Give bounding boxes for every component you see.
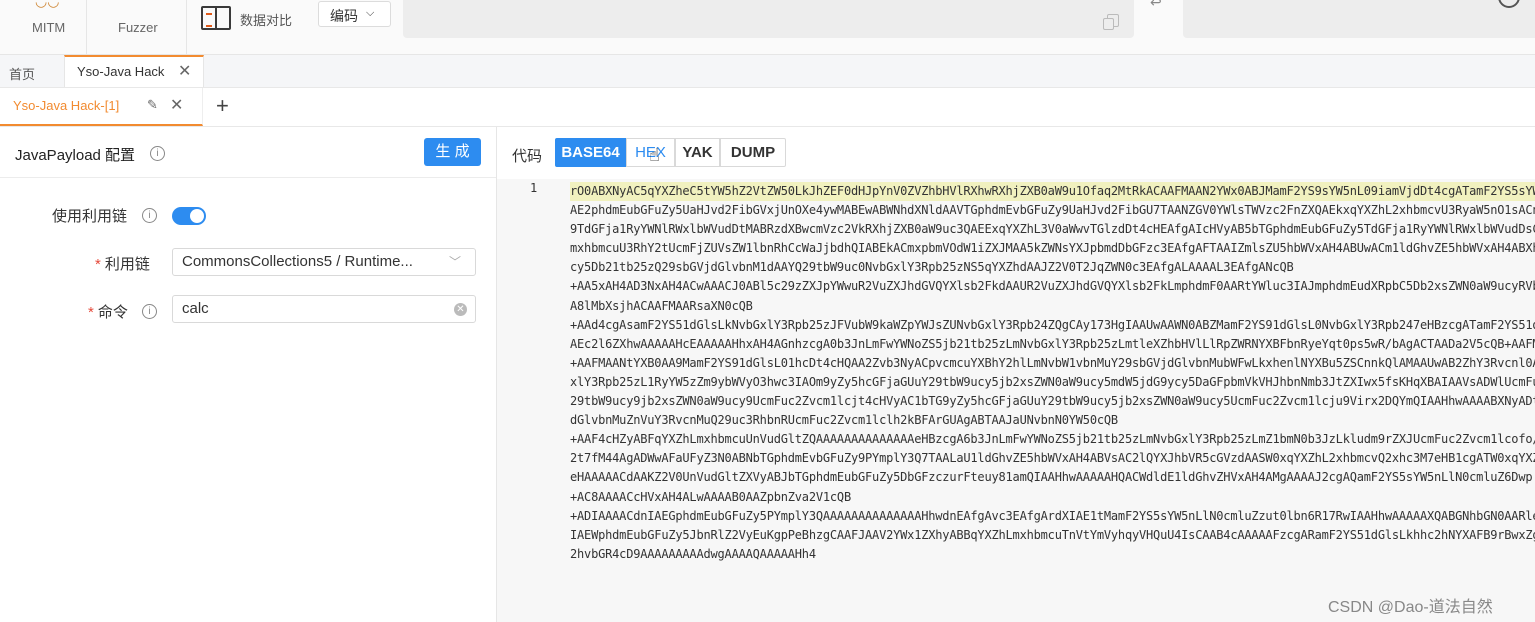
- encode-label: 编码: [330, 8, 358, 24]
- code-line: +ADIAAAACdnIAEGphdmEubGFuZy5PYmplY3QAAAA…: [570, 508, 1535, 523]
- tab-home[interactable]: 首页: [0, 55, 64, 87]
- add-tab-button[interactable]: +: [216, 93, 229, 119]
- tool-mitm-label: MITM: [32, 20, 66, 35]
- code-line: mxhbmcuU3RhY2tUcmFjZUVsZW1lbnRhCcWaJjbdh…: [570, 241, 1535, 256]
- sub-tabs: Yso-Java Hack-[1] ✎ ✕ +: [0, 88, 1535, 127]
- chevron-down-icon: ⌵: [366, 7, 375, 19]
- tab-yso-java-hack[interactable]: Yso-Java Hack ✕: [64, 55, 204, 87]
- top-toolbar: ◡◡ MITM Fuzzer 数据对比 编码 ⌵ ↩: [0, 0, 1535, 55]
- info-icon[interactable]: i: [142, 208, 157, 223]
- info-icon[interactable]: i: [150, 146, 165, 161]
- required-mark: *: [95, 256, 101, 273]
- info-icon[interactable]: i: [142, 304, 157, 319]
- back-arrow-icon[interactable]: ↩: [1150, 0, 1162, 11]
- code-line: +AAF4cHZyABFqYXZhLmxhbmcuUnVudGltZQAAAAA…: [570, 432, 1535, 447]
- subtab-yso-java-hack-1[interactable]: Yso-Java Hack-[1] ✎ ✕: [0, 88, 203, 126]
- code-line: 2t7fM44AgADWwAFaUFyZ3N0ABNbTGphdmEvbGFuZ…: [570, 451, 1535, 466]
- tool-fuzzer-label: Fuzzer: [118, 20, 158, 35]
- code-line: 29tbW9ucy9jb2xsZWN0aW9ucy9UcmFuc2Zvcm1lc…: [570, 394, 1535, 409]
- tab-home-label: 首页: [9, 67, 36, 82]
- code-line: cy5Db21tb25zQ29sbGVjdGlvbnM1dAAYQ29tbW9u…: [570, 260, 1294, 275]
- tool-compare-label: 数据对比: [240, 13, 293, 28]
- use-chain-label: 使用利用链: [52, 208, 128, 225]
- command-label-text: 命令: [97, 304, 128, 321]
- format-dump-button[interactable]: DUMP: [720, 138, 786, 167]
- code-line: IAEWphdmEubGFuZy5JbnRlZ2VyEuKgpPeBhzgCAA…: [570, 527, 1535, 542]
- format-yak-button[interactable]: YAK: [675, 138, 720, 167]
- required-mark: *: [88, 304, 94, 321]
- tool-mitm[interactable]: ◡◡ MITM: [0, 0, 87, 54]
- code-line: +AAd4cgAsamF2YS51dGlsLkNvbGxlY3Rpb25zJFV…: [570, 317, 1535, 332]
- top-right-area[interactable]: [1183, 0, 1535, 38]
- java-payload-config-panel: JavaPayload 配置 i 生 成 使用利用链 i * 利用链 Common…: [0, 127, 497, 622]
- divider: [0, 177, 496, 178]
- tool-data-compare[interactable]: 数据对比: [187, 0, 307, 54]
- code-line: +AC8AAAACcHVxAH4ALwAAAAB0AAZpbnZva2V1cQB: [570, 489, 851, 504]
- code-line: AEc2l6ZXhwAAAAAHcEAAAAAHhxAH4AGnhzcgA0b3…: [570, 336, 1535, 351]
- code-line: +AAFMAANtYXB0AA9MamF2YS91dGlsL01hcDt4cHQ…: [570, 355, 1535, 370]
- format-base64-button[interactable]: BASE64: [555, 138, 626, 167]
- command-label: * 命令: [88, 301, 128, 322]
- chevron-down-icon: ﹀: [449, 255, 462, 269]
- subtab-label: Yso-Java Hack-[1]: [13, 98, 120, 113]
- clear-icon[interactable]: ✕: [454, 303, 467, 316]
- generate-button[interactable]: 生 成: [424, 138, 481, 166]
- top-input-area[interactable]: [403, 0, 1134, 38]
- code-label: 代码: [512, 148, 543, 165]
- mitm-icon: ◡◡: [35, 0, 60, 9]
- command-input[interactable]: calc ✕: [172, 295, 476, 323]
- main-tabs: 首页 Yso-Java Hack ✕: [0, 55, 1535, 88]
- chain-label: * 利用链: [95, 253, 150, 274]
- tool-fuzzer[interactable]: Fuzzer: [87, 0, 187, 54]
- code-line: A8lMbXsjhACAAFMAARsaXN0cQB: [570, 298, 753, 313]
- use-chain-toggle[interactable]: [172, 207, 206, 225]
- watermark: CSDN @Dao-道法自然: [1328, 599, 1493, 616]
- chain-select[interactable]: CommonsCollections5 / Runtime... ﹀: [172, 248, 476, 276]
- code-line: 2hvbGR4cD9AAAAAAAAAdwgAAAAQAAAAAHh4: [570, 546, 816, 561]
- copy-icon[interactable]: [1103, 14, 1119, 30]
- code-line: dGlvbnMuZnVuY3RvcnMuQ29uc3RhbnRUcmFuc2Zv…: [570, 413, 1118, 428]
- chain-label-text: 利用链: [104, 256, 150, 273]
- close-icon[interactable]: ✕: [178, 61, 191, 81]
- hand-cursor-icon: ☝: [649, 145, 660, 165]
- line-number: 1: [530, 181, 538, 195]
- code-line: +AA5xAH4AD3NxAH4ACwAAACJ0ABl5c29zZXJpYWw…: [570, 279, 1535, 294]
- code-line: eHAAAAACdAAKZ2V0UnVudGltZXVyABJbTGphdmEu…: [570, 470, 1533, 485]
- command-input-value: calc: [182, 300, 209, 317]
- code-content: rO0ABXNyAC5qYXZheC5tYW5hZ2VtZW50LkJhZEF0…: [570, 182, 1535, 564]
- code-editor[interactable]: 1 rO0ABXNyAC5qYXZheC5tYW5hZ2VtZW50LkJhZE…: [497, 179, 1535, 622]
- code-line: 9TdGFja1RyYWNlRWxlbWVudDtMABRzdXBwcmVzc2…: [570, 222, 1535, 237]
- edit-icon[interactable]: ✎: [147, 97, 158, 113]
- code-line: xlY3Rpb25zL1RyYW5zZm9ybWVyO3hwc3IAOm9yZy…: [570, 374, 1535, 389]
- code-line: AE2phdmEubGFuZy5UaHJvd2FibGVxjUnOXe4ywMA…: [570, 203, 1535, 218]
- close-icon[interactable]: ✕: [170, 95, 183, 115]
- compare-icon: [201, 6, 231, 30]
- panel-title: JavaPayload 配置: [15, 147, 136, 164]
- chain-select-value: CommonsCollections5 / Runtime...: [182, 253, 413, 270]
- code-output-panel: 代码 BASE64 HEX YAK DUMP ☝ 1 rO0ABXNyAC5qY…: [497, 127, 1535, 622]
- code-line: rO0ABXNyAC5qYXZheC5tYW5hZ2VtZW50LkJhZEF0…: [570, 182, 1535, 202]
- tab-yso-label: Yso-Java Hack: [77, 64, 165, 79]
- encode-dropdown[interactable]: 编码 ⌵: [318, 1, 391, 27]
